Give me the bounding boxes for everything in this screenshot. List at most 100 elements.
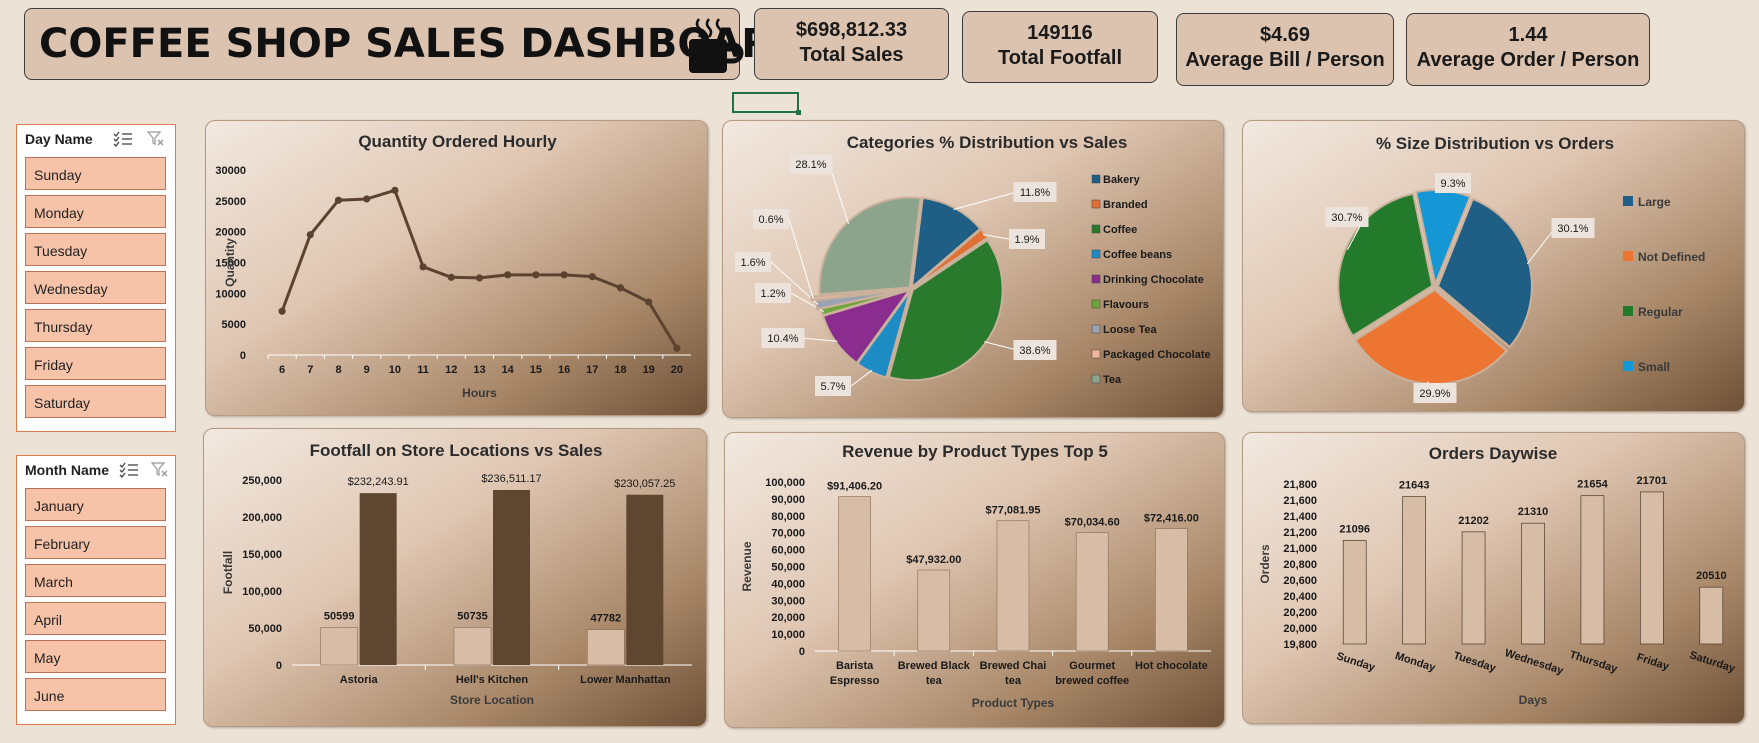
legend-swatch	[1091, 249, 1101, 259]
kpi-label: Average Bill / Person	[1185, 49, 1385, 71]
data-point	[588, 273, 596, 281]
y-tick-label: 200,000	[242, 512, 282, 524]
bar-footfall	[453, 627, 492, 666]
leader-line	[800, 337, 838, 342]
x-tick-label: Espresso	[830, 675, 880, 687]
x-axis-label: Days	[1519, 693, 1548, 707]
slicer-item-thursday[interactable]: Thursday	[25, 309, 166, 342]
data-label: 28.1%	[795, 159, 826, 171]
slicer-item-friday[interactable]: Friday	[25, 347, 166, 380]
legend-swatch	[1091, 349, 1101, 359]
bar-orders	[1402, 496, 1426, 645]
chart-title: Categories % Distribution vs Sales	[847, 133, 1128, 152]
x-tick-label: 16	[558, 364, 570, 376]
x-tick-label: 20	[671, 364, 683, 376]
data-point	[504, 271, 512, 279]
leader-line	[788, 218, 814, 299]
x-tick-label: tea	[926, 675, 943, 687]
data-label: 38.6%	[1019, 345, 1050, 357]
x-tick-label: Thursday	[1568, 649, 1620, 676]
slicer-item-march[interactable]: March	[25, 564, 166, 597]
data-label: $232,243.91	[348, 476, 409, 488]
kpi-total-sales: $698,812.33 Total Sales	[754, 8, 949, 80]
slicer-item-saturday[interactable]: Saturday	[25, 385, 166, 418]
chart-title: Revenue by Product Types Top 5	[842, 442, 1108, 461]
clear-filter-icon[interactable]	[147, 131, 165, 147]
data-point	[532, 271, 540, 279]
y-tick-label: 250,000	[242, 475, 282, 487]
chart-title: % Size Distribution vs Orders	[1376, 134, 1614, 153]
data-label: 30.7%	[1331, 212, 1362, 224]
legend-swatch	[1091, 174, 1101, 184]
data-label: 20510	[1696, 570, 1727, 582]
data-point	[447, 273, 455, 281]
selected-cell[interactable]	[732, 92, 801, 115]
legend-label: Flavours	[1103, 299, 1149, 311]
y-tick-label: 10,000	[771, 629, 805, 641]
chart-title: Footfall on Store Locations vs Sales	[310, 441, 603, 460]
data-label: 9.3%	[1440, 178, 1465, 190]
x-tick-label: Wednesday	[1503, 647, 1565, 678]
data-label: 47782	[591, 613, 622, 625]
y-axis-label: Orders	[1258, 544, 1272, 584]
bar-orders	[1699, 586, 1724, 645]
leader-line	[1526, 227, 1556, 265]
x-axis-label: Product Types	[972, 696, 1055, 710]
y-tick-label: 19,800	[1283, 639, 1317, 651]
bar-sales	[359, 493, 397, 665]
legend-label: Coffee beans	[1103, 249, 1172, 261]
y-tick-label: 80,000	[771, 511, 805, 523]
data-label: 10.4%	[767, 333, 798, 345]
data-label: 50599	[324, 611, 355, 623]
slicer-item-may[interactable]: May	[25, 640, 166, 673]
legend-swatch	[1091, 224, 1101, 234]
data-label: $47,932.00	[906, 554, 961, 566]
data-label: $72,416.00	[1144, 513, 1199, 525]
bar-revenue	[996, 520, 1030, 652]
y-tick-label: 150,000	[242, 549, 282, 561]
data-point	[475, 274, 484, 282]
kpi-average-order: 1.44 Average Order / Person	[1406, 13, 1650, 86]
slicer-item-monday[interactable]: Monday	[25, 195, 166, 228]
kpi-total-footfall: 149116 Total Footfall	[962, 11, 1158, 83]
legend-swatch	[1623, 306, 1633, 316]
x-tick-label: Sunday	[1335, 650, 1377, 674]
data-label: 21310	[1518, 506, 1549, 518]
legend-label: Large	[1638, 195, 1671, 209]
legend-label: Tea	[1103, 374, 1122, 386]
slicer-item-february[interactable]: February	[25, 526, 166, 559]
data-point	[278, 307, 286, 315]
data-label: 21654	[1577, 479, 1608, 491]
leader-line	[953, 191, 1018, 210]
bar-revenue	[838, 496, 871, 652]
legend-label: Packaged Chocolate	[1103, 349, 1211, 361]
bar-orders	[1461, 531, 1486, 645]
multi-select-icon[interactable]	[113, 131, 133, 147]
y-tick-label: 10000	[215, 288, 246, 300]
slicer-item-tuesday[interactable]: Tuesday	[25, 233, 166, 266]
legend-swatch	[1091, 324, 1101, 334]
x-tick-label: Friday	[1635, 651, 1671, 673]
legend-swatch	[1623, 196, 1633, 206]
series-line	[280, 188, 679, 349]
slicer-item-january[interactable]: January	[25, 488, 166, 521]
y-tick-label: 0	[799, 646, 805, 658]
y-tick-label: 21,200	[1283, 527, 1317, 539]
slicer-item-wednesday[interactable]: Wednesday	[25, 271, 166, 304]
x-tick-label: Lower Manhattan	[580, 674, 671, 686]
data-point	[673, 344, 681, 352]
bar-orders	[1640, 491, 1664, 645]
y-tick-label: 20,800	[1283, 559, 1317, 571]
y-axis-label: Quantity	[223, 238, 237, 287]
slicer-item-april[interactable]: April	[25, 602, 166, 635]
x-tick-label: 7	[307, 364, 313, 376]
slicer-item-sunday[interactable]: Sunday	[25, 157, 166, 190]
multi-select-icon[interactable]	[119, 462, 139, 478]
bar-revenue	[1155, 528, 1188, 652]
y-tick-label: 0	[240, 350, 246, 362]
y-tick-label: 50,000	[771, 562, 805, 574]
x-tick-label: 10	[389, 364, 401, 376]
x-tick-label: 9	[364, 364, 370, 376]
clear-filter-icon[interactable]	[151, 462, 169, 478]
slicer-item-june[interactable]: June	[25, 678, 166, 711]
